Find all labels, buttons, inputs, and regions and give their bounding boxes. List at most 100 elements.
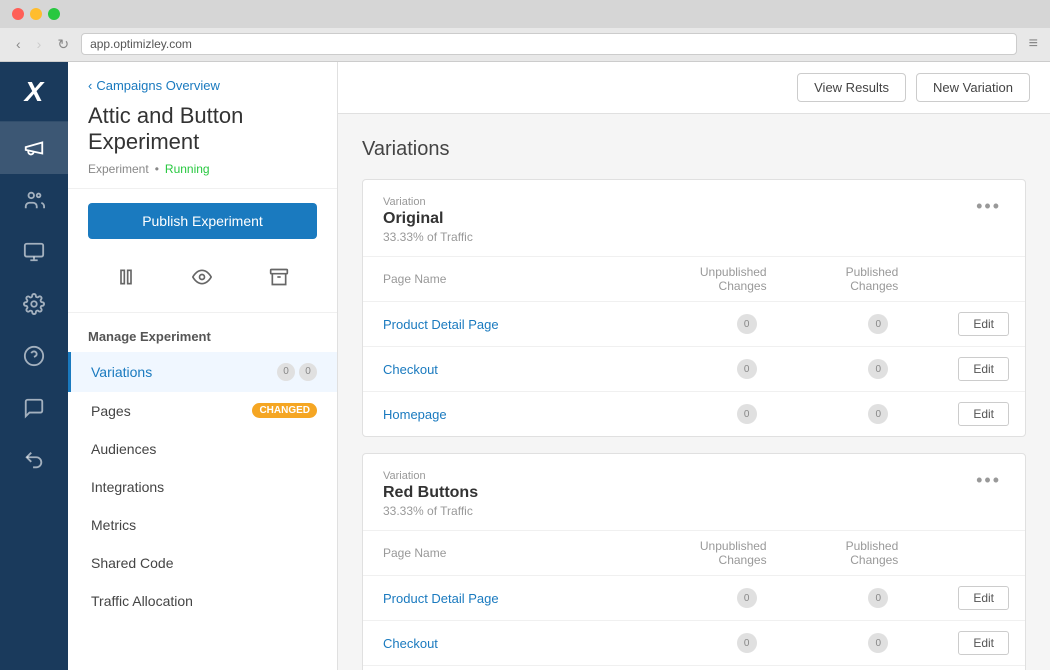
manage-label: Manage Experiment [68,313,337,352]
th-unpublished: Unpublished Changes [661,257,807,302]
published-badge: 0 [868,588,888,608]
close-dot[interactable] [12,8,24,20]
logo: X [0,62,68,122]
variation-more-button-0[interactable]: ••• [972,196,1005,217]
published-badge: 0 [868,314,888,334]
new-variation-button[interactable]: New Variation [916,73,1030,102]
refresh-button[interactable]: ↻ [53,34,73,55]
edit-button-0-1[interactable]: Edit [958,357,1009,381]
minimize-dot[interactable] [30,8,42,20]
variation-traffic-1: 33.33% of Traffic [383,504,972,518]
nav-item-integrations[interactable]: Integrations [68,468,337,506]
page-link-0-2[interactable]: Homepage [363,392,661,437]
unpublished-count-0-1: 0 [661,347,807,392]
th-page-name: Page Name [363,257,661,302]
th-published: Published Changes [807,531,939,576]
sidebar-nav-help[interactable] [0,330,68,382]
sidebar-nav-audiences[interactable] [0,174,68,226]
nav-item-shared-code[interactable]: Shared Code [68,544,337,582]
th-actions [938,257,1025,302]
page-link-1-0[interactable]: Product Detail Page [363,576,661,621]
unpublished-count-1-1: 0 [661,621,807,666]
table-row: Homepage 0 0 Edit [363,392,1025,437]
main-toolbar: View Results New Variation [338,62,1050,114]
edit-cell-1-1: Edit [938,621,1025,666]
logo-text: X [25,76,44,108]
archive-icon [269,267,289,287]
nav-item-label: Integrations [91,479,164,495]
th-actions [938,531,1025,576]
sidebar-nav-pages[interactable] [0,226,68,278]
nav-item-metrics[interactable]: Metrics [68,506,337,544]
published-count-0-0: 0 [807,302,939,347]
variation-info-0: Variation Original 33.33% of Traffic [383,196,972,244]
edit-button-1-0[interactable]: Edit [958,586,1009,610]
maximize-dot[interactable] [48,8,60,20]
edit-button-1-1[interactable]: Edit [958,631,1009,655]
nav-item-variations[interactable]: Variations00 [68,352,337,392]
sidebar-nav-comments[interactable] [0,382,68,434]
main-scroll-area[interactable]: Variations Variation Original 33.33% of … [338,114,1050,670]
preview-button[interactable] [184,263,220,296]
variation-label-1: Variation [383,470,972,482]
variation-name-1: Red Buttons [383,484,972,502]
published-count-1-0: 0 [807,576,939,621]
badge-circle-1: 0 [277,363,295,381]
sidebar-dark: X [0,62,68,670]
section-title: Variations [362,138,1026,161]
variation-table-1: Page Name Unpublished Changes Published … [363,530,1025,670]
nav-item-traffic-allocation[interactable]: Traffic Allocation [68,582,337,620]
monitor-icon [23,241,45,263]
published-badge: 0 [868,404,888,424]
forward-button[interactable]: › [33,34,46,54]
browser-menu-button[interactable]: ≡ [1029,35,1038,53]
edit-cell-0-1: Edit [938,347,1025,392]
page-link-0-0[interactable]: Product Detail Page [363,302,661,347]
nav-item-label: Traffic Allocation [91,593,193,609]
view-results-button[interactable]: View Results [797,73,906,102]
experiment-meta: Experiment • Running [88,162,317,176]
nav-item-label: Shared Code [91,555,174,571]
megaphone-icon [23,137,45,159]
nav-item-audiences[interactable]: Audiences [68,430,337,468]
table-row: Product Detail Page 0 0 Edit [363,302,1025,347]
url-text: app.optimizley.com [90,37,192,51]
edit-cell-1-2: Edit [938,666,1025,670]
help-icon [23,345,45,367]
variation-info-1: Variation Red Buttons 33.33% of Traffic [383,470,972,518]
browser-titlebar [0,0,1050,28]
experiment-status: Running [165,162,210,176]
experiment-type: Experiment [88,162,149,176]
sidebar-nav-settings[interactable] [0,278,68,330]
archive-button[interactable] [261,263,297,296]
variation-more-button-1[interactable]: ••• [972,470,1005,491]
back-button[interactable]: ‹ [12,34,25,54]
pause-button[interactable] [108,263,144,296]
breadcrumb-text: Campaigns Overview [96,78,220,93]
sidebar-nav-campaigns[interactable] [0,122,68,174]
th-page-name: Page Name [363,531,661,576]
nav-items-container: Variations00PagesCHANGEDAudiences Integra… [68,352,337,620]
page-link-1-2[interactable]: Homepage [363,666,661,670]
gear-icon [23,293,45,315]
publish-experiment-button[interactable]: Publish Experiment [88,203,317,239]
page-link-0-1[interactable]: Checkout [363,347,661,392]
sidebar-nav-back[interactable] [0,434,68,486]
address-bar[interactable]: app.optimizley.com [81,33,1017,55]
unpublished-badge: 0 [737,359,757,379]
variation-card-0: Variation Original 33.33% of Traffic •••… [362,179,1026,437]
variation-card-1: Variation Red Buttons 33.33% of Traffic … [362,453,1026,670]
table-row: Product Detail Page 0 0 Edit [363,576,1025,621]
page-link-1-1[interactable]: Checkout [363,621,661,666]
nav-item-pages[interactable]: PagesCHANGED [68,392,337,430]
variation-header-1: Variation Red Buttons 33.33% of Traffic … [363,454,1025,530]
table-row: Checkout 0 0 Edit [363,621,1025,666]
table-row: Checkout 0 0 Edit [363,347,1025,392]
edit-button-0-2[interactable]: Edit [958,402,1009,426]
breadcrumb-link[interactable]: ‹ Campaigns Overview [88,78,317,93]
variation-label-0: Variation [383,196,972,208]
nav-item-badge: CHANGED [252,403,317,418]
table-row: Homepage 0 0 Edit [363,666,1025,670]
edit-button-0-0[interactable]: Edit [958,312,1009,336]
th-published: Published Changes [807,257,939,302]
